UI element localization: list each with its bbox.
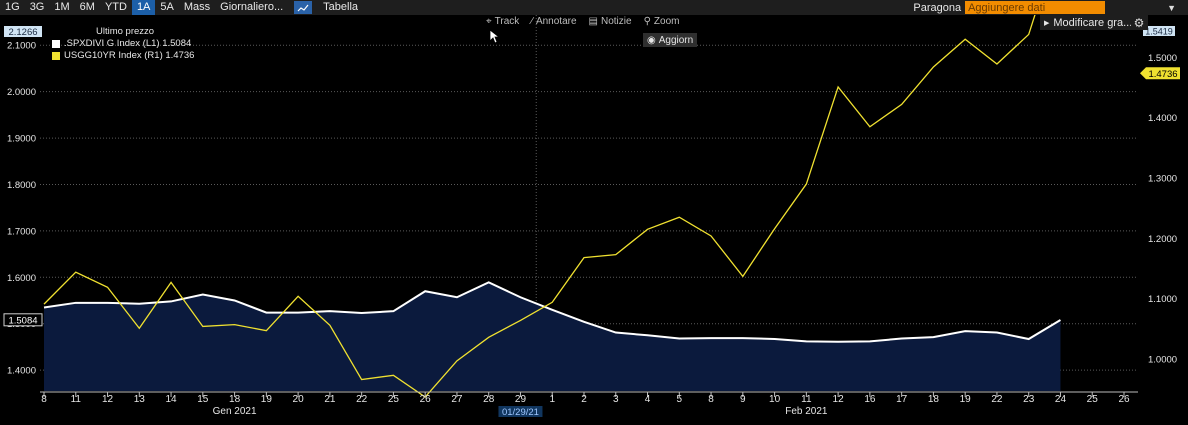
frequency-dropdown[interactable]: Giornaliero... [215, 0, 288, 15]
mouse-cursor-icon [490, 30, 500, 44]
y-left-tick-label: 1.7000 [7, 226, 36, 237]
legend-title: Ultimo prezzo [96, 26, 155, 37]
track-tool[interactable]: ⌖ Track [480, 16, 525, 27]
chart-tools: ⌖ Track ∕ Annotare ▤ Notizie ⚲ Zoom [480, 16, 685, 27]
legend-entry-series1: .SPXDIVI G Index (L1) 1.5084 [52, 38, 194, 50]
y-left-tick-label: 2.1000 [7, 41, 36, 52]
y-left-tick-label: 1.4000 [7, 366, 36, 377]
y-left-tick-label: 1.6000 [7, 273, 36, 284]
x-tick-label: 14 [165, 394, 177, 405]
y-right-tick-label: 1.0000 [1148, 355, 1177, 366]
range-1a-button[interactable]: 1A [131, 0, 156, 15]
x-tick-label: 20 [293, 394, 305, 405]
x-tick-label: 3 [613, 394, 619, 405]
x-tick-label: 9 [740, 394, 746, 405]
x-tick-label: 17 [896, 394, 908, 405]
line-chart: 1.4000 1.5000 1.6000 1.7000 1.8000 1.9000 2.00… [3, 15, 1180, 418]
x-tick-label: 25 [1087, 394, 1099, 405]
annotate-label: Annotare [535, 16, 577, 27]
x-tick-label: 4 [645, 394, 651, 405]
x-tick-label: 12 [833, 394, 845, 405]
table-button[interactable]: Tabella [318, 0, 363, 15]
x-tick-label: 19 [261, 394, 273, 405]
y-right-tick-label: 1.4000 [1148, 113, 1177, 124]
range-6m-button[interactable]: 6M [75, 0, 100, 15]
legend-label-series1: .SPXDIVI G Index (L1) 1.5084 [64, 38, 192, 49]
crosshair-icon: ⌖ [486, 16, 492, 27]
range-1g-button[interactable]: 1G [0, 0, 25, 15]
x-tick-label: 16 [864, 394, 876, 405]
refresh-label: Aggiorn [658, 34, 694, 46]
zoom-label: Zoom [653, 16, 680, 27]
news-icon: ▤ [588, 16, 598, 27]
left-top-tag-label: 2.1266 [8, 27, 37, 38]
chevron-down-icon[interactable]: ▼ [1167, 3, 1176, 13]
x-tick-label: 8 [41, 394, 47, 405]
annotate-tool[interactable]: ∕ Annotare [525, 16, 582, 27]
x-tick-label: 22 [356, 394, 368, 405]
pencil-icon: ∕ [531, 16, 533, 27]
y-left-tick-label: 1.9000 [7, 134, 36, 145]
news-tool[interactable]: ▤ Notizie [583, 16, 638, 27]
legend-swatch-white [52, 40, 60, 48]
x-tick-label: 13 [134, 394, 146, 405]
y-right-tick-label: 1.2000 [1148, 234, 1177, 245]
x-tick-label: 23 [1023, 394, 1035, 405]
x-tick-label: 24 [1055, 394, 1067, 405]
track-label: Track [494, 16, 520, 27]
x-month-label: Gen 2021 [213, 406, 257, 417]
y-right-tick-label: 1.1000 [1148, 294, 1177, 305]
x-tick-label: 26 [420, 394, 432, 405]
x-tick-label: 18 [928, 394, 940, 405]
range-1m-button[interactable]: 1M [49, 0, 74, 15]
caret-right-icon: ▶ [1044, 19, 1050, 27]
x-tick-label: 15 [197, 394, 209, 405]
left-last-tag-label: 1.5084 [8, 315, 37, 326]
right-last-tag-label: 1.4736 [1148, 69, 1177, 80]
range-ytd-button[interactable]: YTD [100, 0, 132, 15]
magnifier-icon: ⚲ [643, 16, 651, 27]
refresh-button[interactable]: ◉ Aggiorn [643, 33, 697, 47]
y-left-tick-label: 1.8000 [7, 180, 36, 191]
line-chart-icon[interactable] [294, 1, 313, 14]
chart-legend: Ultimo prezzo .SPXDIVI G Index (L1) 1.50… [52, 26, 194, 62]
x-tick-label: 21 [324, 394, 336, 405]
x-highlight-label: 01/29/21 [502, 407, 539, 418]
x-tick-label: 22 [991, 394, 1003, 405]
x-tick-label: 11 [801, 394, 812, 405]
x-tick-label: 18 [229, 394, 241, 405]
legend-swatch-yellow [52, 52, 60, 60]
range-max-button[interactable]: Mass [179, 0, 215, 15]
compare-label: Paragona [913, 1, 962, 14]
x-tick-label: 29 [515, 394, 527, 405]
right-top-tag-label: 1.5419 [1145, 27, 1173, 37]
x-tick-label: 2 [581, 394, 587, 405]
gear-icon[interactable]: ⚙ [1131, 15, 1147, 30]
news-label: Notizie [601, 16, 632, 27]
x-tick-label: 27 [451, 394, 463, 405]
legend-entry-series2: USGG10YR Index (R1) 1.4736 [52, 50, 194, 62]
x-tick-label: 19 [960, 394, 972, 405]
x-tick-label: 10 [769, 394, 781, 405]
x-tick-label: 8 [708, 394, 714, 405]
chart-toolbar: 1G 3G 1M 6M YTD 1A 5A Mass Giornaliero..… [0, 0, 1188, 15]
x-tick-label: 1 [549, 394, 555, 405]
x-month-label: Feb 2021 [785, 406, 828, 417]
x-tick-label: 12 [102, 394, 114, 405]
zoom-tool[interactable]: ⚲ Zoom [638, 16, 686, 27]
y-left-tick-label: 2.0000 [7, 87, 36, 98]
range-5a-button[interactable]: 5A [155, 0, 178, 15]
legend-label-series2: USGG10YR Index (R1) 1.4736 [64, 50, 195, 61]
x-tick-label: 26 [1118, 394, 1130, 405]
y-right-tick-label: 1.3000 [1148, 174, 1177, 185]
x-tick-label: 5 [677, 394, 683, 405]
modify-chart-label: Modificare gra... [1053, 16, 1133, 29]
x-tick-label: 11 [71, 394, 82, 405]
compare-input[interactable] [965, 1, 1106, 14]
y-right-tick-label: 1.5000 [1148, 53, 1177, 64]
refresh-icon: ◉ [647, 34, 656, 46]
x-tick-label: 25 [388, 394, 400, 405]
range-3g-button[interactable]: 3G [25, 0, 50, 15]
x-tick-label: 28 [483, 394, 495, 405]
